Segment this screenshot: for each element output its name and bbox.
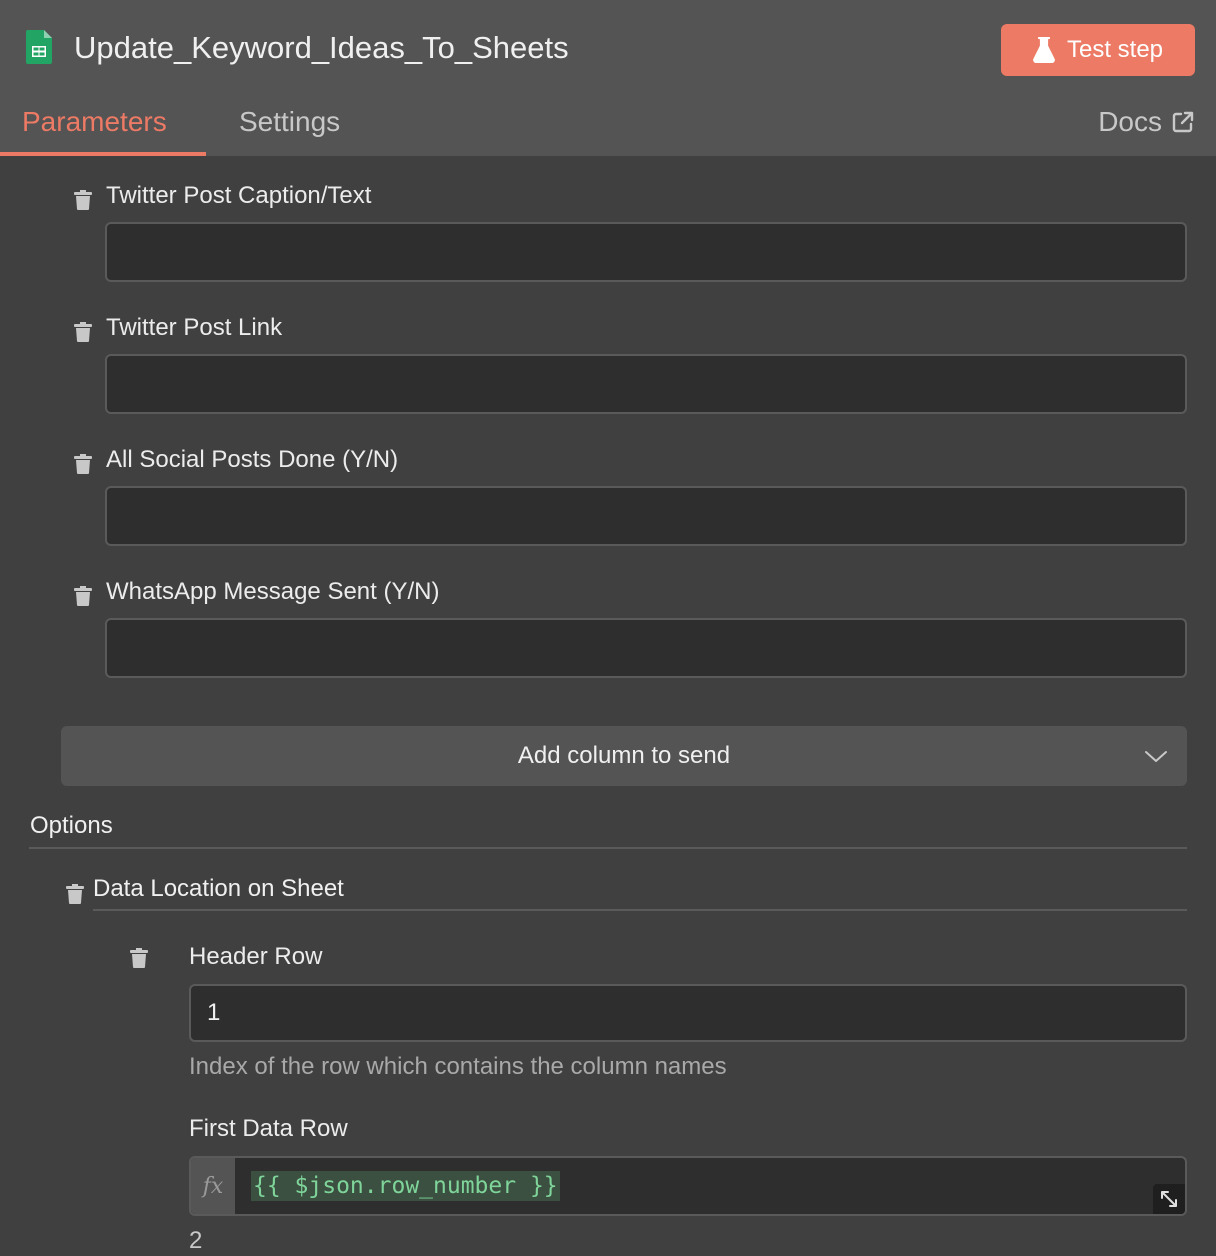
first-data-row-expression-input[interactable]: fx {{ $json.row_number }}: [189, 1156, 1187, 1216]
field-label-social-posts-done: All Social Posts Done (Y/N): [106, 446, 399, 473]
options-title: Options: [30, 812, 113, 839]
expand-arrows-icon: [1161, 1191, 1177, 1207]
options-divider: [29, 847, 1187, 849]
twitter-link-input[interactable]: [105, 354, 1187, 414]
active-tab-indicator: [0, 152, 206, 156]
data-location-divider: [93, 909, 1187, 911]
field-label-twitter-link: Twitter Post Link: [106, 314, 283, 341]
test-step-label: Test step: [1066, 36, 1164, 63]
data-location-title: Data Location on Sheet: [93, 875, 344, 902]
delete-option-trash-icon[interactable]: [66, 884, 84, 904]
tab-parameters[interactable]: Parameters: [22, 104, 167, 140]
social-posts-done-input[interactable]: [105, 486, 1187, 546]
chevron-down-icon: [1145, 751, 1167, 762]
first-data-row-label: First Data Row: [189, 1115, 348, 1142]
field-label-twitter-caption: Twitter Post Caption/Text: [106, 182, 372, 209]
header-row-hint: Index of the row which contains the colu…: [189, 1053, 727, 1080]
node-title[interactable]: Update_Keyword_Ideas_To_Sheets: [74, 28, 569, 68]
add-column-dropdown[interactable]: Add column to send: [61, 726, 1187, 786]
delete-field-trash-icon[interactable]: [74, 190, 92, 210]
node-header: Update_Keyword_Ideas_To_Sheets Test step…: [0, 0, 1216, 156]
docs-label: Docs: [1098, 106, 1162, 137]
delete-field-trash-icon[interactable]: [74, 586, 92, 606]
external-link-icon: [1172, 111, 1194, 133]
expression-text: {{ $json.row_number }}: [251, 1171, 560, 1201]
expand-editor-icon[interactable]: [1153, 1184, 1185, 1214]
add-column-label: Add column to send: [517, 742, 731, 769]
fx-icon: fx: [191, 1158, 235, 1214]
header-row-input[interactable]: 1: [189, 984, 1187, 1042]
header-row-value: 1: [207, 999, 221, 1026]
header-row-label: Header Row: [189, 943, 323, 970]
docs-link[interactable]: Docs: [1098, 104, 1194, 140]
tab-settings[interactable]: Settings: [239, 104, 340, 140]
google-sheets-icon: [26, 30, 52, 64]
expression-preview-value: 2: [189, 1227, 203, 1254]
field-label-whatsapp-sent: WhatsApp Message Sent (Y/N): [106, 578, 440, 605]
delete-field-trash-icon[interactable]: [74, 322, 92, 342]
flask-icon: [1033, 37, 1055, 63]
twitter-caption-input[interactable]: [105, 222, 1187, 282]
delete-header-row-trash-icon[interactable]: [130, 948, 148, 968]
whatsapp-sent-input[interactable]: [105, 618, 1187, 678]
delete-field-trash-icon[interactable]: [74, 454, 92, 474]
test-step-button[interactable]: Test step: [1001, 24, 1195, 76]
